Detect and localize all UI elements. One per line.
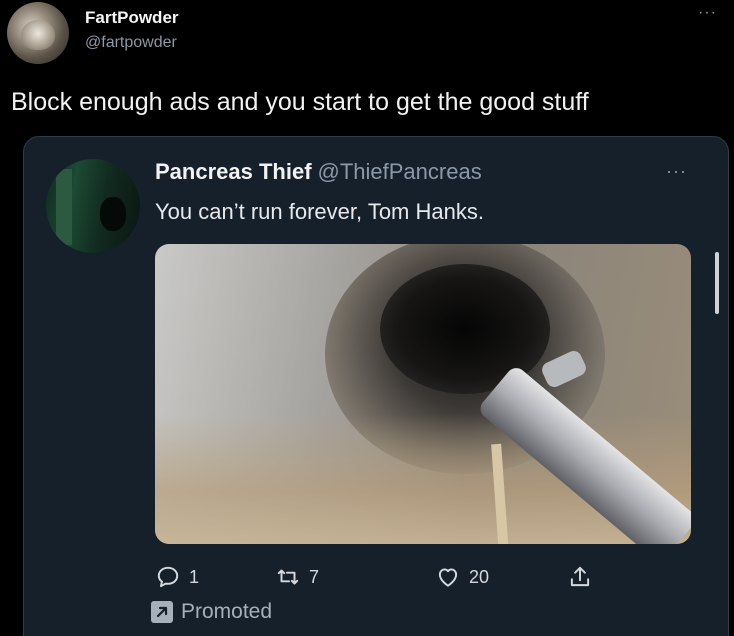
tweet-action-bar: 1 7 20 xyxy=(155,564,675,594)
share-button[interactable] xyxy=(567,564,593,590)
outer-handle[interactable]: @fartpowder xyxy=(85,34,177,52)
outer-more-options-icon[interactable]: ··· xyxy=(698,4,717,22)
retweet-button[interactable]: 7 xyxy=(275,564,319,590)
like-button[interactable]: 20 xyxy=(435,564,489,590)
outer-avatar[interactable] xyxy=(7,2,69,64)
avatar-image-door xyxy=(56,169,72,245)
promoted-text: Promoted xyxy=(181,600,273,623)
heart-icon xyxy=(438,568,458,587)
outer-tweet-text: Block enough ads and you start to get th… xyxy=(11,88,589,116)
avatar-image-figure xyxy=(100,197,126,231)
inner-handle[interactable]: @ThiefPancreas xyxy=(318,159,482,184)
inner-name-text[interactable]: Pancreas Thief xyxy=(155,159,312,184)
quoted-tweet-card[interactable]: Pancreas Thief @ThiefPancreas ··· You can… xyxy=(23,136,729,636)
avatar-image xyxy=(21,20,55,50)
screenshot: FartPowder @fartpowder ··· Block enough … xyxy=(0,0,734,636)
like-count: 20 xyxy=(469,566,490,587)
promoted-arrow-icon xyxy=(151,601,173,623)
reply-count: 1 xyxy=(189,566,200,587)
inner-display-name[interactable]: Pancreas Thief @ThiefPancreas xyxy=(155,159,482,185)
video-scrubber[interactable] xyxy=(715,252,719,314)
outer-display-name[interactable]: FartPowder xyxy=(85,8,179,28)
inner-avatar[interactable] xyxy=(46,159,140,253)
inner-more-options-icon[interactable]: ··· xyxy=(666,161,687,182)
retweet-count: 7 xyxy=(309,566,320,587)
retweet-icon xyxy=(277,569,299,585)
share-icon xyxy=(570,566,590,587)
inner-tweet-text: You can’t run forever, Tom Hanks. xyxy=(155,199,484,224)
promoted-label: Promoted xyxy=(151,600,272,624)
tweet-media-image[interactable] xyxy=(155,244,691,544)
reply-button[interactable]: 1 xyxy=(155,564,199,590)
comment-bubble-icon xyxy=(157,566,179,588)
